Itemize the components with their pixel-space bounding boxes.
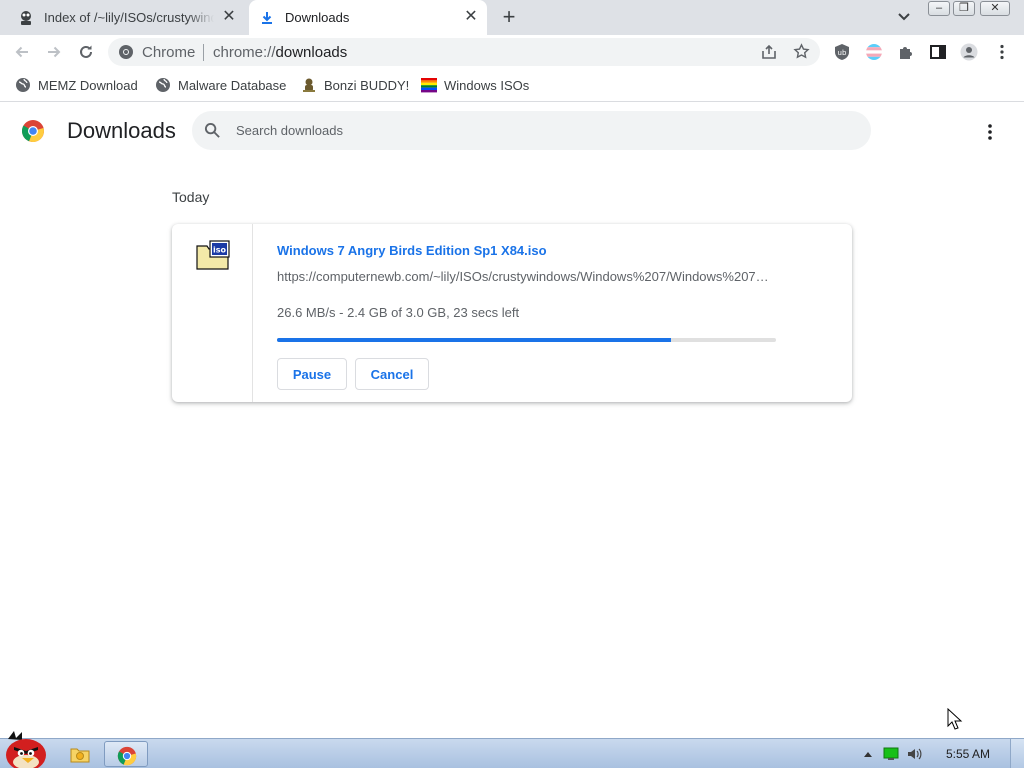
show-desktop-button[interactable] (1010, 739, 1024, 768)
bookmark-memz-download[interactable]: MEMZ Download (15, 76, 138, 94)
rainbow-flag-icon (421, 78, 437, 93)
more-actions-icon[interactable] (980, 122, 1000, 142)
globe-icon (156, 78, 170, 92)
page-title: Downloads (67, 118, 176, 143)
mouse-cursor-icon (947, 708, 963, 730)
tab-search-chevron-icon[interactable] (895, 8, 913, 26)
taskbar: 5:55 AM (0, 731, 1024, 768)
side-panel-icon[interactable] (929, 43, 947, 61)
address-bar[interactable]: Chrome chrome://downloads (108, 38, 820, 66)
volume-icon[interactable] (906, 747, 922, 761)
ublock-shield-icon[interactable]: ub (833, 43, 851, 61)
tab-index-of-isos[interactable]: Index of /~lily/ISOs/crustywindows ✕ (0, 0, 245, 35)
download-icon (262, 11, 272, 24)
taskbar-explorer-button[interactable] (58, 741, 102, 767)
tab-strip: Index of /~lily/ISOs/crustywindows ✕ Dow… (0, 0, 1024, 35)
bookmark-malware-database[interactable]: Malware Database (155, 76, 286, 94)
chrome-logo-icon (21, 120, 44, 143)
forward-icon[interactable] (45, 43, 63, 61)
search-input[interactable] (236, 111, 836, 150)
share-icon[interactable] (761, 44, 777, 60)
close-window-button[interactable]: ✕ (980, 1, 1010, 16)
bookmark-star-icon[interactable] (793, 43, 810, 60)
chrome-site-icon (119, 45, 133, 59)
angry-bird-start-icon[interactable] (0, 729, 52, 768)
tab-title: Index of /~lily/ISOs/crustywindows (44, 10, 214, 25)
bookmark-label: Bonzi BUDDY! (324, 77, 410, 93)
bookmark-bonzi-buddy[interactable]: Bonzi BUDDY! (301, 76, 409, 94)
tab-close-icon[interactable]: ✕ (463, 9, 479, 25)
tray-expand-icon[interactable] (860, 747, 876, 761)
iso-file-icon: iso (196, 240, 230, 270)
svg-text:iso: iso (213, 246, 227, 255)
bookmark-label: Malware Database (178, 77, 287, 93)
bookmark-label: Windows ISOs (444, 77, 530, 93)
globe-icon (16, 78, 30, 92)
download-progress-bar (277, 338, 776, 342)
taskbar-clock[interactable]: 5:55 AM (946, 747, 990, 761)
downloads-header: Downloads (0, 103, 1024, 159)
folder-icon (70, 748, 90, 763)
browser-toolbar: Chrome chrome://downloads ub (0, 35, 1024, 69)
back-icon[interactable] (13, 43, 31, 61)
tab-title: Downloads (285, 10, 350, 25)
bonzi-icon (303, 78, 315, 92)
url-prefix: chrome:// (213, 44, 276, 61)
omnibox-divider (203, 44, 204, 61)
chrome-taskbar-icon (117, 746, 137, 766)
bonzi-favicon-icon (21, 10, 31, 25)
cancel-button[interactable]: Cancel (355, 358, 429, 390)
download-item-card: iso Windows 7 Angry Birds Edition Sp1 X8… (172, 224, 852, 402)
omnibox-chip: Chrome (142, 44, 196, 61)
download-file-name-link[interactable]: Windows 7 Angry Birds Edition Sp1 X84.is… (277, 243, 547, 258)
browser-menu-icon[interactable] (993, 43, 1011, 61)
taskbar-chrome-button[interactable] (104, 741, 148, 767)
search-downloads-box (192, 111, 871, 150)
download-source-url[interactable]: https://computernewb.com/~lily/ISOs/crus… (277, 269, 777, 284)
url-host: downloads (275, 44, 348, 61)
search-icon (204, 122, 220, 138)
profile-avatar-icon[interactable] (960, 43, 978, 61)
omnibox-url[interactable]: chrome://downloads (213, 44, 347, 61)
pause-button[interactable]: Pause (277, 358, 347, 390)
tab-downloads[interactable]: Downloads ✕ (249, 0, 487, 35)
tab-close-icon[interactable]: ✕ (221, 9, 237, 25)
restore-button[interactable]: ❐ (953, 1, 975, 16)
bookmark-windows-isos[interactable]: Windows ISOs (421, 76, 529, 94)
bookmarks-bar: MEMZ Download Malware Database Bonzi BUD… (0, 69, 1024, 102)
extensions-puzzle-icon[interactable] (897, 43, 915, 61)
network-icon[interactable] (883, 747, 899, 761)
download-status-text: 26.6 MB/s - 2.4 GB of 3.0 GB, 23 secs le… (277, 305, 520, 320)
file-icon-column: iso (172, 224, 253, 402)
reload-icon[interactable] (77, 43, 95, 61)
date-section-heading: Today (172, 189, 210, 205)
minimize-button[interactable]: – (928, 1, 950, 16)
download-progress-fill (277, 338, 672, 342)
new-tab-button[interactable]: + (498, 6, 520, 28)
svg-text:ub: ub (838, 49, 847, 57)
bookmark-label: MEMZ Download (38, 77, 138, 93)
trans-flag-extension-icon[interactable] (865, 43, 883, 61)
